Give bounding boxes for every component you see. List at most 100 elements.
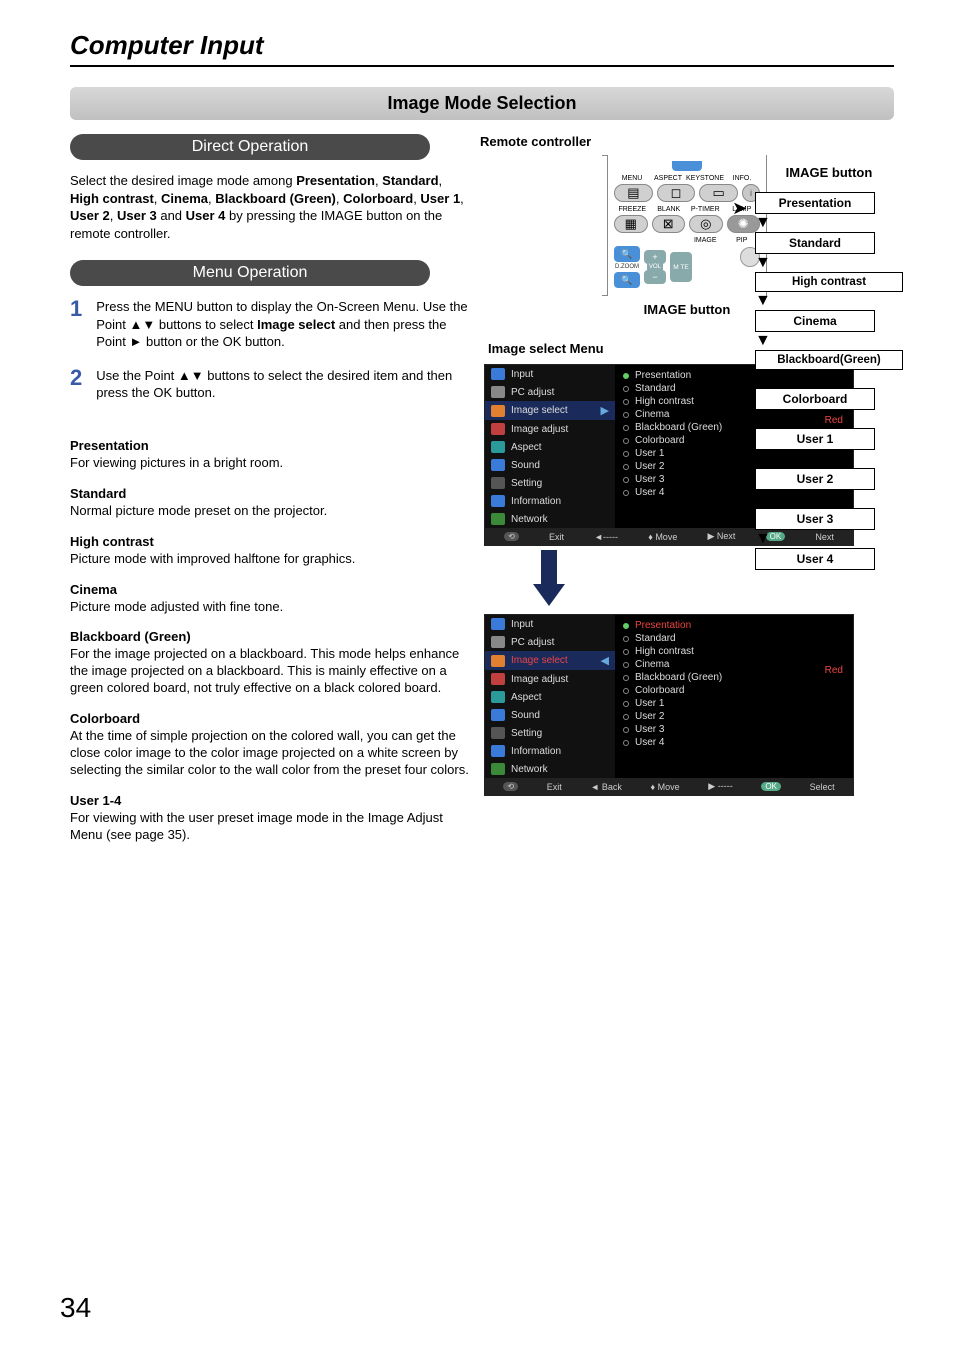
freeze-button[interactable]: ▦ — [614, 215, 648, 233]
osd-left-item[interactable]: PC adjust — [485, 633, 615, 651]
osd-item-label: Input — [511, 619, 533, 630]
mode-block: CinemaPicture mode adjusted with fine to… — [70, 582, 470, 616]
remote-tab-icon — [672, 161, 702, 171]
mode-desc: Normal picture mode preset on the projec… — [70, 503, 470, 520]
osd-option-label: User 2 — [635, 711, 664, 722]
dzoom-minus-button[interactable]: 🔍 — [614, 272, 640, 288]
osd-option[interactable]: High contrast — [621, 645, 847, 658]
menu-button[interactable]: ▤ — [614, 184, 653, 202]
osd-item-label: Aspect — [511, 692, 542, 703]
mode-name: High contrast — [70, 191, 154, 206]
dzoom-plus-button[interactable]: 🔍 — [614, 246, 640, 262]
radio-icon — [623, 649, 629, 655]
osd-item-label: Network — [511, 764, 548, 775]
mode-desc: Picture mode adjusted with fine tone. — [70, 599, 470, 616]
flow-box: High contrast — [755, 272, 903, 292]
osd-item-icon — [491, 459, 505, 471]
osd-option-label: Colorboard — [635, 435, 684, 446]
osd-left-item[interactable]: Image select◀ — [485, 651, 615, 670]
osd-left-item[interactable]: Image adjust — [485, 420, 615, 438]
osd-option[interactable]: User 4 — [621, 736, 847, 749]
mode-name: Cinema — [161, 191, 208, 206]
flow-box: Blackboard(Green) — [755, 350, 903, 370]
remote-btn-label: MENU — [614, 175, 650, 182]
osd-left-item[interactable]: Setting — [485, 724, 615, 742]
osd-option[interactable]: User 3 — [621, 723, 847, 736]
osd-left-item[interactable]: Network — [485, 760, 615, 778]
osd-item-label: PC adjust — [511, 387, 554, 398]
osd-item-icon — [491, 423, 505, 435]
osd-left-item[interactable]: Information — [485, 492, 615, 510]
osd-left-item[interactable]: Aspect — [485, 438, 615, 456]
osd-move: ♦ Move — [648, 532, 677, 542]
osd-left-item[interactable]: Image select▶ — [485, 401, 615, 420]
osd-item-label: Setting — [511, 478, 542, 489]
blank-button[interactable]: ⊠ — [652, 215, 686, 233]
mode-block: Blackboard (Green)For the image projecte… — [70, 629, 470, 697]
ptimer-button[interactable]: ◎ — [689, 215, 723, 233]
flow-box: User 1 — [755, 428, 875, 450]
osd-item-icon — [491, 495, 505, 507]
osd-option-label: Presentation — [635, 370, 691, 381]
remote-btn-label: BLANK — [651, 206, 688, 213]
osd-left-item[interactable]: Input — [485, 365, 615, 383]
osd-item-label: Sound — [511, 710, 540, 721]
osd-left-item[interactable]: Network — [485, 510, 615, 528]
flow-box: Presentation — [755, 192, 875, 214]
osd-option[interactable]: Blackboard (Green) — [621, 671, 847, 684]
osd-left-item[interactable]: Aspect — [485, 688, 615, 706]
mute-button[interactable]: M TE — [670, 252, 692, 282]
radio-icon — [623, 386, 629, 392]
mode-desc: Picture mode with improved halftone for … — [70, 551, 470, 568]
radio-icon — [623, 373, 629, 379]
bold: Image select — [257, 317, 335, 332]
mute-label: M TE — [673, 264, 688, 271]
sep: , — [110, 208, 117, 223]
osd-option[interactable]: User 2 — [621, 710, 847, 723]
aspect-button[interactable]: ◻ — [657, 184, 696, 202]
osd-left-item[interactable]: Image adjust — [485, 670, 615, 688]
osd-item-label: Image adjust — [511, 674, 568, 685]
osd-option-label: User 4 — [635, 487, 664, 498]
mode-desc: For viewing pictures in a bright room. — [70, 455, 470, 472]
mode-title: User 1-4 — [70, 793, 470, 808]
radio-icon — [623, 399, 629, 405]
mode-block: User 1-4 For viewing with the user preset… — [70, 793, 470, 844]
keystone-icon: ▭ — [713, 185, 725, 201]
osd-option[interactable]: Colorboard — [621, 684, 847, 697]
osd-left-item[interactable]: Sound — [485, 456, 615, 474]
remote-btn-label: ASPECT — [650, 175, 686, 182]
osd-item-label: Information — [511, 496, 561, 507]
flow-arrow-icon: ▼ — [755, 215, 903, 231]
osd-left-item[interactable]: Input — [485, 615, 615, 633]
section-banner: Image Mode Selection — [70, 87, 894, 120]
osd-left-item[interactable]: Setting — [485, 474, 615, 492]
osd-item-icon — [491, 745, 505, 757]
sep: and — [157, 208, 186, 223]
osd-back: ◄----- — [594, 532, 618, 542]
mode-name: Blackboard (Green) — [215, 191, 336, 206]
osd-item-icon — [491, 673, 505, 685]
dzoom-label: D.ZOOM — [614, 264, 640, 270]
direct-operation-heading: Direct Operation — [70, 134, 430, 160]
osd-item-label: Information — [511, 746, 561, 757]
osd-option[interactable]: Standard — [621, 632, 847, 645]
osd-left-item[interactable]: Sound — [485, 706, 615, 724]
osd-option[interactable]: Presentation — [621, 619, 847, 632]
osd-exit: Exit — [547, 782, 562, 792]
step-text: Use the Point ▲▼ buttons to select the d… — [96, 367, 470, 402]
osd-option[interactable]: Cinema — [621, 658, 847, 671]
osd-left-item[interactable]: PC adjust — [485, 383, 615, 401]
flow-box: User 2 — [755, 468, 875, 490]
mode-name: User 4 — [186, 208, 226, 223]
image-mode-flow: ➤ Presentation▼Standard▼High contrast▼Ci… — [754, 192, 904, 570]
osd-ok: Select — [810, 782, 835, 792]
mode-desc: For viewing with the user preset image m… — [70, 810, 470, 844]
osd-option[interactable]: User 1 — [621, 697, 847, 710]
vol-up-button[interactable]: + — [644, 250, 666, 264]
vol-down-button[interactable]: − — [644, 270, 666, 284]
osd-item-icon — [491, 405, 505, 417]
osd-red-label: Red — [825, 665, 843, 676]
osd-left-item[interactable]: Information — [485, 742, 615, 760]
osd-item-icon — [491, 763, 505, 775]
